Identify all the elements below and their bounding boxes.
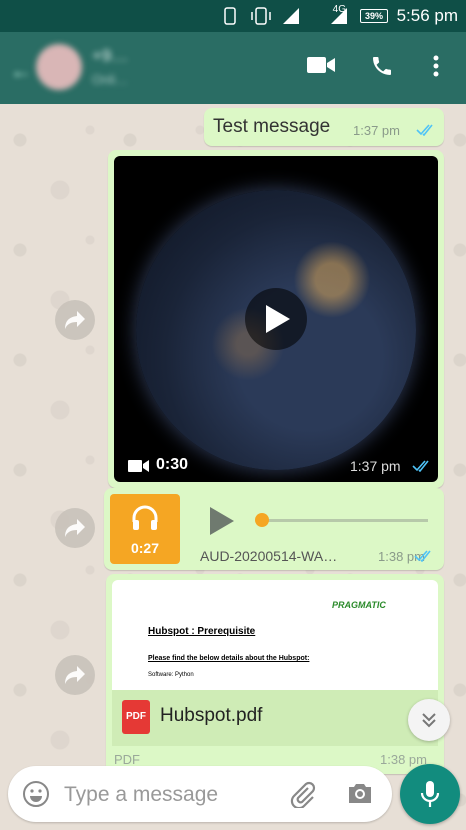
contact-name[interactable]: +9…	[92, 46, 128, 66]
emoji-icon[interactable]	[22, 780, 50, 808]
message-input[interactable]: Type a message	[64, 783, 218, 807]
video-thumbnail[interactable]: 0:30 1:37 pm	[114, 156, 438, 482]
video-camera-icon	[128, 460, 149, 472]
read-ticks-icon	[412, 460, 429, 472]
forward-icon	[65, 666, 85, 684]
document-file-row[interactable]: PDF Hubspot.pdf	[112, 690, 438, 746]
signal-icon-2	[331, 8, 347, 24]
document-filename: Hubspot.pdf	[160, 705, 263, 726]
camera-icon[interactable]	[346, 781, 374, 805]
video-time: 1:37 pm	[350, 458, 401, 474]
forward-icon	[65, 311, 85, 329]
play-icon	[266, 305, 290, 333]
audio-tile: 0:27	[110, 494, 180, 564]
signal-icon	[283, 8, 299, 24]
phone-outline-icon	[224, 7, 236, 25]
document-subheading: Please find the below details about the …	[148, 655, 310, 662]
more-vert-icon[interactable]	[430, 54, 442, 78]
audio-play-button[interactable]	[208, 506, 236, 536]
phone-icon[interactable]	[370, 54, 394, 78]
headphones-icon	[132, 505, 158, 530]
avatar[interactable]	[36, 44, 82, 90]
back-arrow-icon[interactable]: ←	[10, 58, 32, 84]
attach-icon[interactable]	[288, 780, 316, 808]
forward-icon	[65, 519, 85, 537]
message-input-bar: Type a message	[8, 766, 392, 822]
video-call-icon[interactable]	[306, 54, 336, 76]
audio-seek-knob[interactable]	[255, 513, 269, 527]
video-duration: 0:30	[156, 456, 189, 473]
document-preview[interactable]: PRAGMATIC Hubspot : Prerequisite Please …	[112, 580, 438, 690]
message-time: 1:37 pm	[353, 123, 400, 138]
text-message-bubble[interactable]: Test message 1:37 pm	[204, 108, 444, 146]
pragmatic-logo: PRAGMATIC	[332, 600, 386, 610]
clock: 5:56 pm	[396, 6, 458, 25]
document-type: PDF	[114, 752, 140, 767]
chat-header: ← +9… Onli…	[0, 32, 466, 104]
contact-status: Onli…	[92, 72, 129, 87]
audio-filename: AUD-20200514-WA…	[200, 548, 338, 564]
read-ticks-icon	[416, 124, 433, 136]
audio-seek-track[interactable]	[262, 519, 428, 522]
pdf-icon: PDF	[122, 700, 150, 734]
status-bar: 4G 39% 5:56 pm	[0, 0, 466, 32]
document-line: Software: Python	[148, 672, 194, 678]
message-text: Test message	[213, 116, 331, 137]
microphone-icon	[420, 781, 440, 807]
document-heading: Hubspot : Prerequisite	[148, 626, 256, 637]
audio-duration: 0:27	[130, 540, 160, 556]
video-play-button[interactable]	[245, 288, 307, 350]
forward-button[interactable]	[55, 508, 95, 548]
double-chevron-down-icon	[422, 713, 436, 728]
scroll-to-bottom-button[interactable]	[408, 699, 450, 741]
forward-button[interactable]	[55, 300, 95, 340]
battery-indicator: 39%	[360, 9, 388, 23]
forward-button[interactable]	[55, 655, 95, 695]
voice-record-button[interactable]	[400, 764, 460, 824]
read-ticks-icon	[414, 550, 431, 562]
vibrate-icon	[251, 7, 271, 25]
